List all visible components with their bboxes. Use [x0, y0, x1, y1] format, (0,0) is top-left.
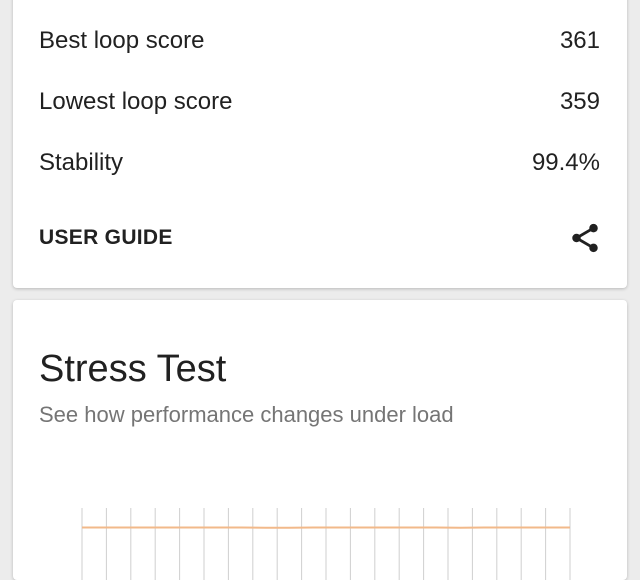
share-button[interactable]: [565, 218, 605, 258]
stress-test-title: Stress Test: [39, 348, 226, 391]
card-actions: USER GUIDE: [39, 212, 605, 264]
stat-label: Best loop score: [39, 27, 204, 55]
stress-test-chart: [13, 500, 627, 580]
share-icon: [568, 221, 602, 255]
benchmark-summary-card: Best loop score 361 Lowest loop score 35…: [13, 0, 627, 288]
stat-value: 359: [560, 88, 600, 116]
user-guide-button[interactable]: USER GUIDE: [39, 226, 173, 250]
stat-value: 361: [560, 27, 600, 55]
stat-label: Lowest loop score: [39, 88, 232, 116]
stat-row-best-loop: Best loop score 361: [39, 21, 600, 61]
stat-row-stability: Stability 99.4%: [39, 143, 600, 183]
stat-value: 99.4%: [532, 149, 600, 177]
stat-label: Stability: [39, 149, 123, 177]
stat-row-lowest-loop: Lowest loop score 359: [39, 82, 600, 122]
stress-test-card: Stress Test See how performance changes …: [13, 300, 627, 580]
stress-test-subtitle: See how performance changes under load: [39, 402, 454, 428]
